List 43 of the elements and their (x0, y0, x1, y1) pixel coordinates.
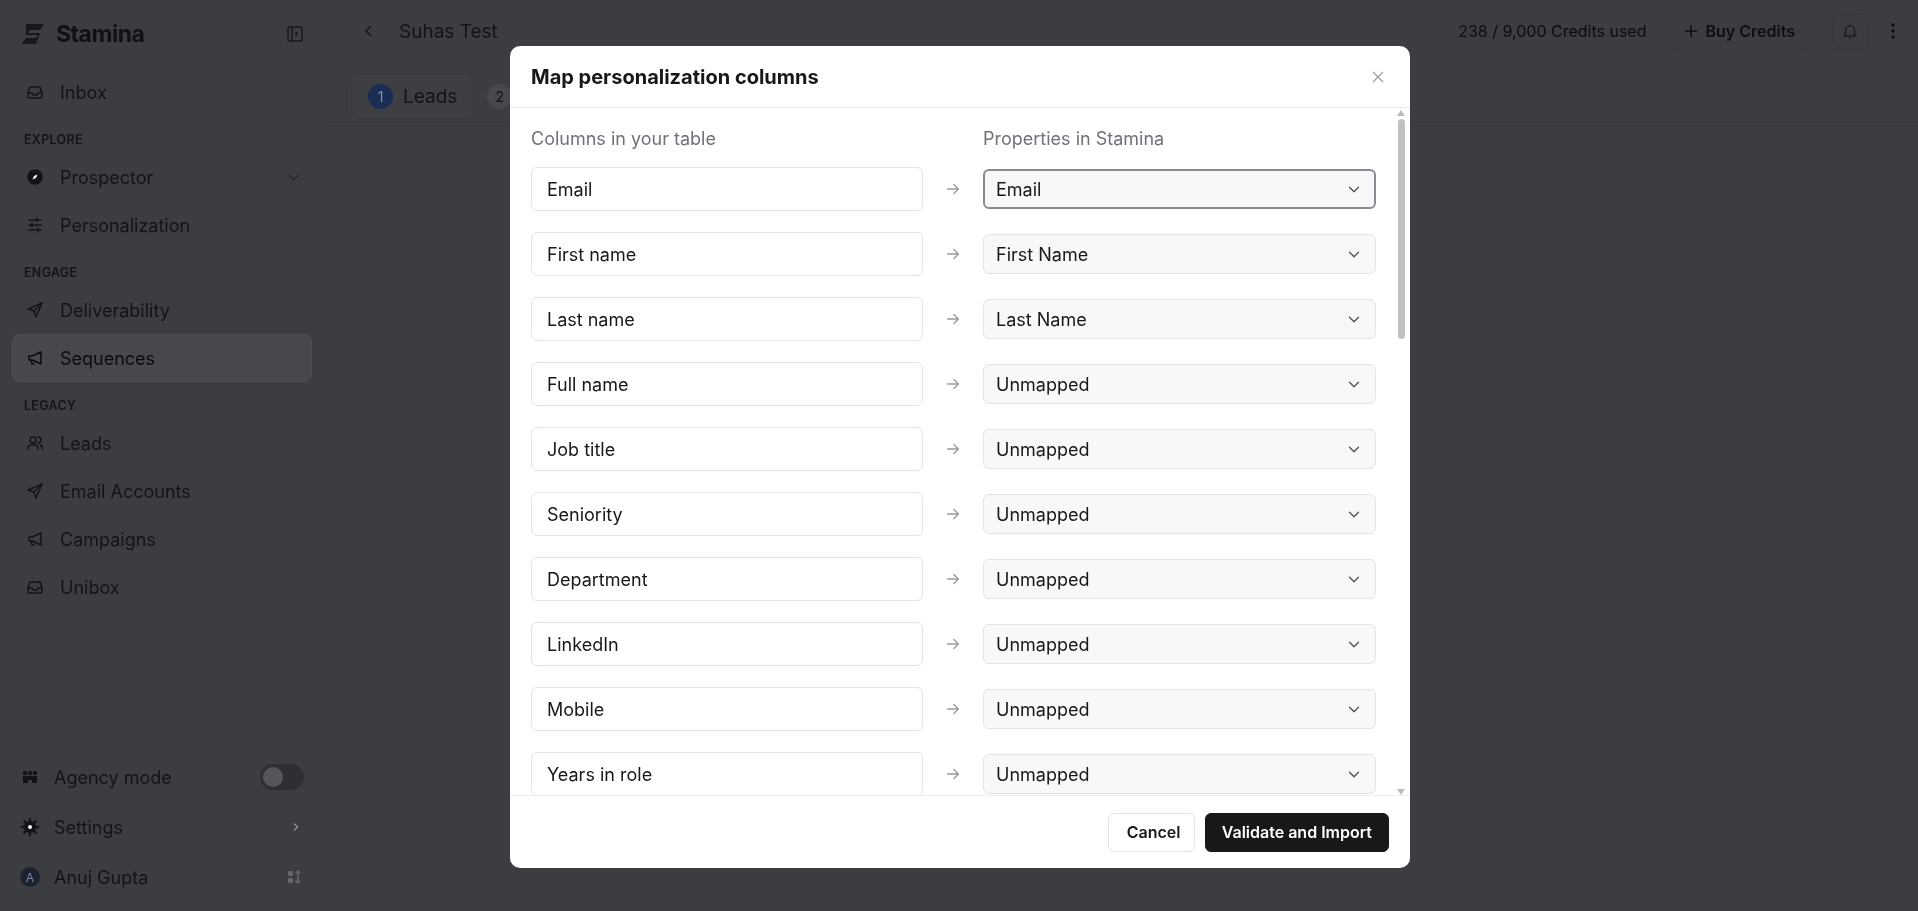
scroll-down-icon[interactable] (1397, 789, 1405, 795)
property-select[interactable]: Unmapped (983, 689, 1376, 729)
property-select[interactable]: Unmapped (983, 494, 1376, 534)
validate-import-button[interactable]: Validate and Import (1204, 812, 1389, 852)
column-name-field[interactable]: Job title (531, 427, 923, 471)
column-name-field[interactable]: Seniority (531, 492, 923, 536)
user-avatar: A (20, 867, 40, 887)
property-select[interactable]: Unmapped (983, 559, 1376, 599)
send-icon (25, 481, 45, 501)
column-name-field[interactable]: Email (531, 167, 923, 211)
logo-icon (20, 23, 46, 45)
more-options-icon[interactable] (1890, 22, 1896, 40)
property-select[interactable]: First Name (983, 234, 1376, 274)
gear-icon (20, 817, 40, 837)
megaphone-icon (25, 529, 45, 549)
property-select[interactable]: Last Name (983, 299, 1376, 339)
column-name-field[interactable]: Department (531, 557, 923, 601)
plus-icon (1683, 23, 1700, 39)
property-select[interactable]: Unmapped (983, 754, 1376, 794)
scrollbar-thumb[interactable] (1397, 119, 1405, 339)
property-select[interactable]: Unmapped (983, 429, 1376, 469)
column-name-field[interactable]: Years in role (531, 752, 923, 795)
compass-icon (25, 167, 45, 187)
sidebar-toggle-icon[interactable] (286, 25, 304, 43)
column-name-field[interactable]: Mobile (531, 687, 923, 731)
column-name-field[interactable]: LinkedIn (531, 622, 923, 666)
column-name-field[interactable]: Full name (531, 362, 923, 406)
column-name-field[interactable]: Last name (531, 297, 923, 341)
property-select[interactable]: Unmapped (983, 364, 1376, 404)
agency-mode-toggle[interactable] (260, 764, 304, 790)
dialog-title: Map personalization columns (531, 64, 819, 89)
column-heading: Columns in your table (531, 128, 717, 149)
users-icon (25, 433, 45, 453)
notification-bell-icon[interactable] (1832, 13, 1868, 49)
send-icon (25, 300, 45, 320)
column-heading: Properties in Stamina (983, 128, 1166, 149)
megaphone-icon (25, 348, 45, 368)
property-select[interactable]: Unmapped (983, 624, 1376, 664)
scroll-up-icon[interactable] (1397, 110, 1405, 116)
sliders-icon (25, 215, 45, 235)
column-name-field[interactable]: First name (531, 232, 923, 276)
property-select[interactable]: Email (983, 169, 1376, 209)
cancel-button[interactable]: Cancel (1107, 812, 1195, 852)
